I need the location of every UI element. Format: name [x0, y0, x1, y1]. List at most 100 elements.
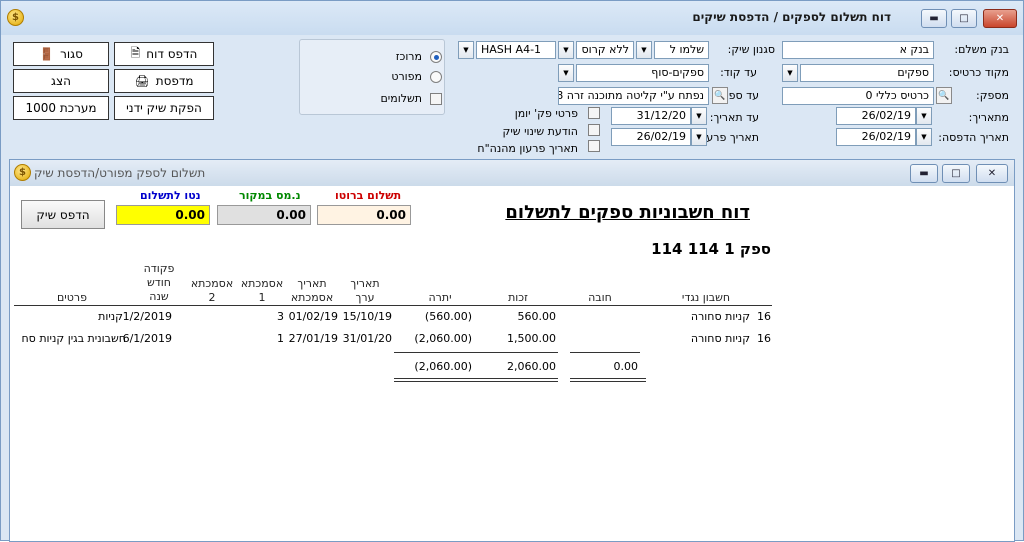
credit-total-line: [476, 352, 558, 353]
to-code-field[interactable]: ספקים-סוף: [576, 64, 709, 82]
row-order: 6/1/2019: [122, 332, 172, 345]
redeem-from-vat-checkbox[interactable]: [588, 140, 600, 152]
gross-value: 0.00: [317, 205, 411, 225]
header-order-3: שנה: [149, 290, 169, 303]
header-ref2-2: 2: [208, 291, 216, 304]
row-ref-date: 01/02/19: [288, 310, 338, 323]
maximize-button[interactable]: □: [951, 9, 977, 28]
row-account: 16: [757, 332, 771, 345]
inner-minimize-button[interactable]: ▬: [910, 164, 938, 183]
cross-field[interactable]: ללא קרוס: [576, 41, 634, 59]
inner-close-button[interactable]: ✕: [976, 164, 1008, 183]
check-style-dropdown-icon[interactable]: ▼: [636, 41, 652, 59]
row-ref1: 3: [277, 310, 284, 323]
window-titlebar: $ דוח תשלום לספקים / הדפסת שיקים ▬ □ ✕: [1, 1, 1023, 35]
supplier-heading: ספק 1 114 114: [651, 240, 771, 258]
to-supplier-search-icon[interactable]: 🔍: [712, 87, 728, 104]
from-date-label: מתאריך:: [968, 111, 1009, 124]
to-supplier-field[interactable]: נפתח ע"י קליטה מתוכנה זרה 8: [558, 87, 709, 105]
row-credit: 1,500.00: [507, 332, 556, 345]
from-number-search-icon[interactable]: 🔍: [936, 87, 952, 104]
from-number-field[interactable]: כרטיס כללי 0: [782, 87, 934, 105]
printer-button[interactable]: מדפסת 🖨: [114, 69, 214, 93]
to-date-label: עד תאריך:: [709, 111, 759, 124]
card-code-field[interactable]: ספקים: [800, 64, 934, 82]
close-window-button[interactable]: ✕: [983, 9, 1017, 28]
check-change-notice-checkbox[interactable]: [588, 124, 600, 136]
redeem-from-vat-label: תאריך פרעון מהנה"ח: [477, 142, 578, 155]
printer-label: מדפסת: [155, 74, 194, 88]
header-value-date-1: תאריך: [350, 277, 380, 290]
row-account-name: קניות סחורה: [690, 310, 750, 323]
print-date-field[interactable]: 26/02/19: [836, 128, 916, 146]
app-coin-icon: $: [7, 9, 24, 26]
header-order-2: חודש: [147, 276, 171, 289]
inner-coin-icon: $: [14, 164, 31, 181]
bank-field[interactable]: בנק א: [782, 41, 934, 59]
row-balance: (560.00): [424, 310, 472, 323]
row-details: חשבונית בגין קניות סח: [21, 332, 127, 345]
header-debit: חובה: [588, 291, 612, 304]
merged-radio[interactable]: [430, 51, 442, 63]
row-details: קניות: [98, 310, 123, 323]
total-credit: 2,060.00: [507, 360, 556, 373]
bank-label: בנק משלם:: [954, 43, 1009, 56]
format-dropdown-icon[interactable]: ▼: [458, 41, 474, 59]
show-button[interactable]: הצג: [13, 69, 109, 93]
to-date-field[interactable]: 31/12/20: [611, 107, 691, 125]
header-ref-date-2: אסמכתא: [290, 291, 334, 304]
redeem-date-field[interactable]: 26/02/19: [611, 128, 691, 146]
row-order: 1/2/2019: [122, 310, 172, 323]
credit-double-line: [476, 378, 558, 382]
row-value-date: 15/10/19: [342, 310, 392, 323]
window-title: דוח תשלום לספקים / הדפסת שיקים: [692, 10, 891, 24]
print-report-button[interactable]: הדפס דוח 🗎: [114, 42, 214, 66]
detailed-label: מפורט: [391, 70, 422, 83]
card-code-label: מקוד כרטיס:: [948, 66, 1009, 79]
print-date-label: תאריך הדפסה:: [938, 131, 1009, 144]
balance-total-line: [394, 352, 476, 353]
row-ref1: 1: [277, 332, 284, 345]
row-account: 16: [757, 310, 771, 323]
row-credit: 560.00: [517, 310, 557, 323]
inner-maximize-button[interactable]: □: [942, 164, 970, 183]
detailed-radio[interactable]: [430, 71, 442, 83]
check-style-field[interactable]: שלמו ל: [654, 41, 709, 59]
system-button[interactable]: מערכת 1000: [13, 96, 109, 120]
net-value: 0.00: [116, 205, 210, 225]
header-ref2-1: אסמכתא: [190, 277, 234, 290]
header-order-1: פקודה: [143, 262, 175, 275]
inner-title: תשלום לספק מפורט/הדפסת שיק: [34, 166, 206, 180]
format-field[interactable]: HASH A4-1: [476, 41, 556, 59]
cross-dropdown-icon[interactable]: ▼: [558, 41, 574, 59]
print-check-button[interactable]: הדפס שיק: [21, 200, 105, 229]
from-number-label: מספק:: [976, 89, 1009, 102]
to-code-dropdown-icon[interactable]: ▼: [558, 64, 574, 82]
redeem-date-dropdown-icon[interactable]: ▼: [691, 128, 707, 146]
row-balance: (2,060.00): [414, 332, 472, 345]
close-label: סגור: [60, 47, 83, 61]
close-button[interactable]: סגור 🚪: [13, 42, 109, 66]
check-style-label: סגנון שיק:: [727, 43, 775, 56]
payments-label: תשלומים: [380, 92, 422, 105]
print-date-dropdown-icon[interactable]: ▼: [916, 128, 932, 146]
merged-label: מרוכז: [395, 50, 422, 63]
print-check-label: הדפס שיק: [36, 207, 90, 222]
exit-door-icon: 🚪: [39, 47, 55, 61]
manual-check-label: הפקת שיק ידני: [126, 101, 202, 115]
manual-check-button[interactable]: הפקת שיק ידני: [114, 96, 214, 120]
inner-titlebar: $ תשלום לספק מפורט/הדפסת שיק ▬ □ ✕: [10, 160, 1014, 186]
inner-window: $ תשלום לספק מפורט/הדפסת שיק ▬ □ ✕ הדפס …: [9, 159, 1015, 542]
card-code-dropdown-icon[interactable]: ▼: [782, 64, 798, 82]
printer-icon: 🖨: [134, 74, 150, 88]
row-value-date: 31/01/20: [342, 332, 392, 345]
gross-label: תשלום ברוטו: [335, 189, 402, 202]
from-date-field[interactable]: 26/02/19: [836, 107, 916, 125]
to-date-dropdown-icon[interactable]: ▼: [691, 107, 707, 125]
payments-checkbox[interactable]: [430, 93, 442, 105]
minimize-button[interactable]: ▬: [921, 9, 947, 28]
journal-details-checkbox[interactable]: [588, 107, 600, 119]
total-balance: (2,060.00): [414, 360, 472, 373]
header-details: פרטים: [57, 291, 87, 304]
from-date-dropdown-icon[interactable]: ▼: [916, 107, 932, 125]
